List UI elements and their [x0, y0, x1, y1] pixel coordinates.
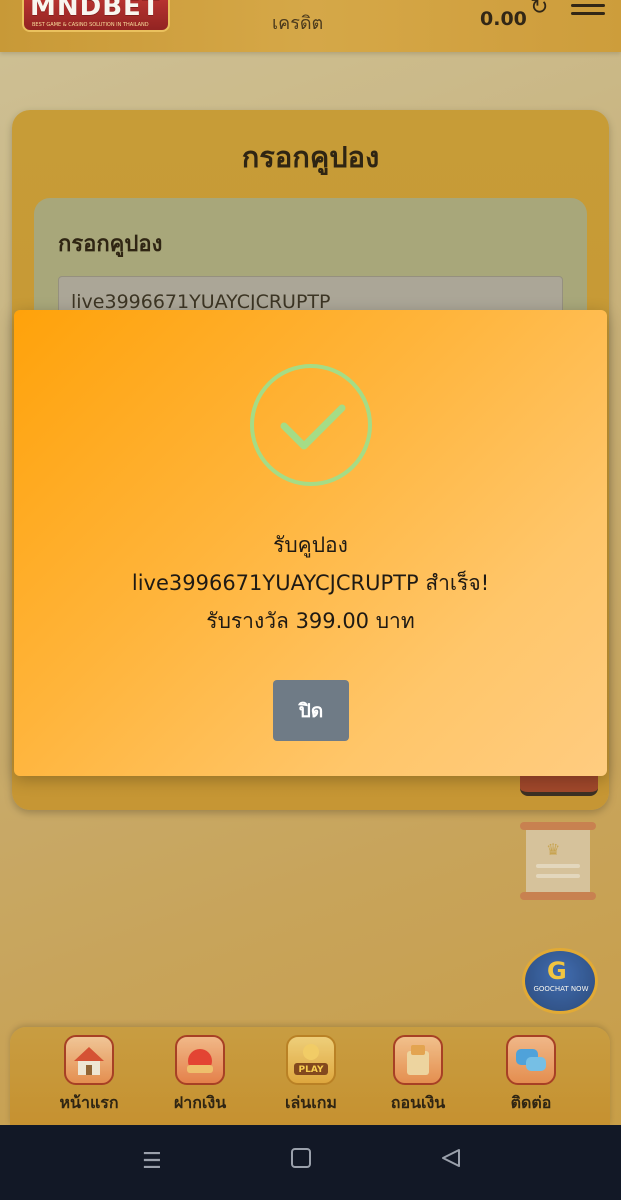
- success-check-icon: [250, 364, 372, 486]
- recent-apps-icon[interactable]: ☰: [142, 1149, 162, 1174]
- success-dialog: รับคูปอง live3996671YUAYCJCRUPTP สำเร็จ!…: [14, 310, 607, 776]
- home-system-icon[interactable]: [290, 1147, 312, 1175]
- back-icon[interactable]: [440, 1147, 462, 1175]
- android-navigation-bar: ☰: [0, 1125, 621, 1200]
- message-line-3: รับรางวัล 399.00 บาท: [206, 609, 415, 633]
- message-line-2: live3996671YUAYCJCRUPTP สำเร็จ!: [131, 571, 490, 595]
- success-message: รับคูปอง live3996671YUAYCJCRUPTP สำเร็จ!…: [14, 526, 607, 640]
- message-line-1: รับคูปอง: [273, 533, 348, 557]
- close-button[interactable]: ปิด: [273, 680, 349, 741]
